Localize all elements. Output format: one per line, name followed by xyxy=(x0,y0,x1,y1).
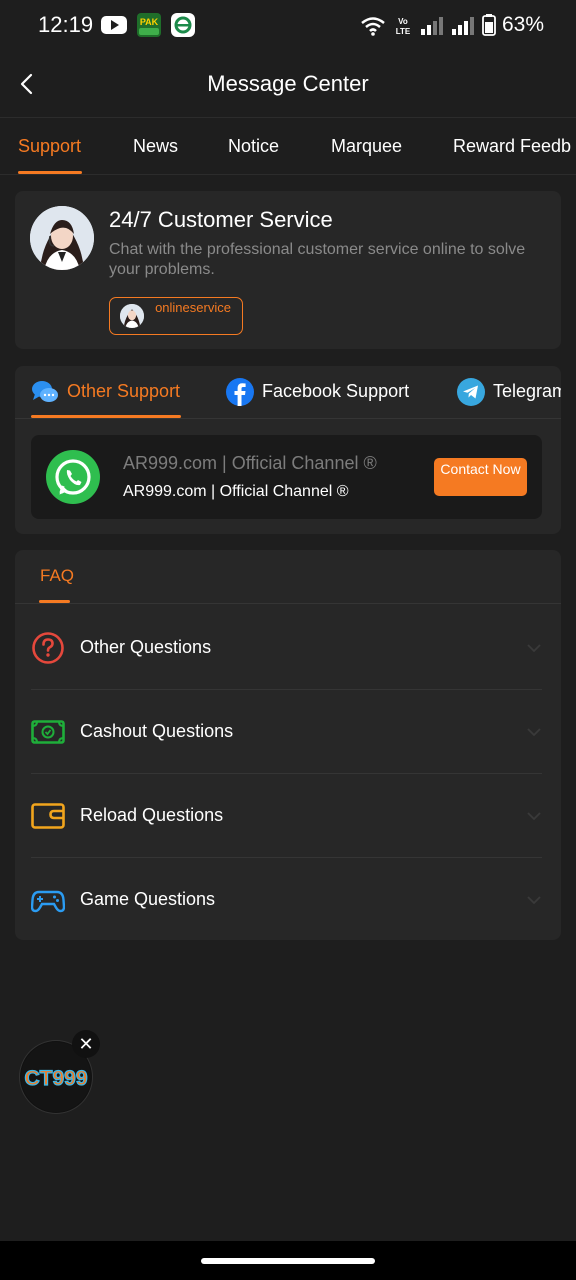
faq-item-other[interactable]: Other Questions xyxy=(31,606,542,690)
pak-app-icon: PAK xyxy=(137,13,161,37)
chevron-down-icon xyxy=(527,812,541,821)
faq-item-label: Other Questions xyxy=(80,637,212,657)
support-channels-card: Other Support Facebook Support Telegram … xyxy=(15,366,561,534)
status-bar: 12:19 PAK Vo LTE 63% xyxy=(0,0,576,50)
svg-text:LTE: LTE xyxy=(396,27,411,36)
support-tab-facebook-label: Facebook Support xyxy=(262,381,410,401)
whatsapp-icon xyxy=(46,450,100,504)
customer-service-card[interactable]: 24/7 Customer Service Chat with the prof… xyxy=(15,191,561,349)
support-tab-telegram-label: Telegram xyxy=(493,381,561,401)
status-time: 12:19 xyxy=(38,12,94,37)
chevron-down-icon xyxy=(527,896,541,905)
agent-avatar xyxy=(30,206,94,270)
chat-bubbles-icon xyxy=(32,381,58,402)
support-tab-facebook[interactable]: Facebook Support xyxy=(226,376,436,408)
faq-item-game[interactable]: Game Questions xyxy=(31,858,542,942)
support-tab-indicator xyxy=(31,415,181,418)
system-nav-bar xyxy=(0,1241,576,1280)
active-tab-indicator xyxy=(18,171,82,174)
battery-percent: 63% xyxy=(502,13,545,36)
tab-support[interactable]: Support xyxy=(18,136,81,157)
signal-icon-1 xyxy=(421,17,443,35)
customer-service-title: 24/7 Customer Service xyxy=(109,207,333,232)
cash-icon xyxy=(31,720,65,744)
svg-text:Vo: Vo xyxy=(398,17,408,26)
battery-icon xyxy=(482,14,496,36)
facebook-icon xyxy=(226,378,254,406)
youtube-icon xyxy=(101,16,127,34)
online-service-label: onlineservice xyxy=(155,300,231,315)
support-tab-other-label: Other Support xyxy=(67,381,181,401)
online-service-button[interactable]: onlineservice xyxy=(109,297,243,335)
app-e-icon xyxy=(171,13,195,37)
customer-service-description: Chat with the professional customer serv… xyxy=(109,241,526,278)
telegram-icon xyxy=(457,378,485,406)
svg-text:CT999: CT999 xyxy=(24,1067,87,1090)
support-tab-telegram[interactable]: Telegram xyxy=(457,376,561,408)
faq-item-reload[interactable]: Reload Questions xyxy=(31,774,542,858)
chevron-down-icon xyxy=(527,644,541,653)
tab-reward-feedback[interactable]: Reward Feedb xyxy=(453,136,571,157)
home-indicator[interactable] xyxy=(201,1258,375,1264)
contact-now-button[interactable]: Contact Now xyxy=(434,458,527,496)
channel-subtitle: AR999.com | Official Channel ® xyxy=(123,483,349,500)
page-title: Message Center xyxy=(207,71,369,96)
tab-news[interactable]: News xyxy=(133,136,178,157)
top-tabs: Support News Notice Marquee Reward Feedb xyxy=(0,119,576,175)
tab-notice[interactable]: Notice xyxy=(228,136,279,157)
question-circle-icon xyxy=(32,632,64,664)
whatsapp-channel-row[interactable]: AR999.com | Official Channel ® AR999.com… xyxy=(31,435,542,519)
faq-item-label: Game Questions xyxy=(80,889,216,909)
gamepad-icon xyxy=(31,890,65,913)
wifi-icon xyxy=(361,17,385,36)
faq-card: FAQ Other Questions Cashout Questions Re… xyxy=(15,550,561,940)
tab-marquee[interactable]: Marquee xyxy=(331,136,402,157)
faq-tab[interactable]: FAQ xyxy=(40,566,74,586)
faq-item-label: Cashout Questions xyxy=(80,721,234,741)
faq-item-label: Reload Questions xyxy=(80,805,224,825)
channel-name: AR999.com | Official Channel ® xyxy=(123,453,377,473)
wallet-icon xyxy=(31,803,65,829)
faq-item-cashout[interactable]: Cashout Questions xyxy=(31,690,542,774)
volte-icon: Vo LTE xyxy=(396,17,411,36)
divider xyxy=(15,603,561,604)
chip-avatar xyxy=(120,304,144,328)
chevron-down-icon xyxy=(527,728,541,737)
signal-icon-2 xyxy=(452,17,474,35)
support-tab-other[interactable]: Other Support xyxy=(31,376,201,408)
support-tabs: Other Support Facebook Support Telegram xyxy=(15,366,561,419)
pak-badge-label: PAK xyxy=(140,17,159,27)
close-icon[interactable]: ✕ xyxy=(72,1030,100,1058)
header: Message Center xyxy=(0,50,576,118)
